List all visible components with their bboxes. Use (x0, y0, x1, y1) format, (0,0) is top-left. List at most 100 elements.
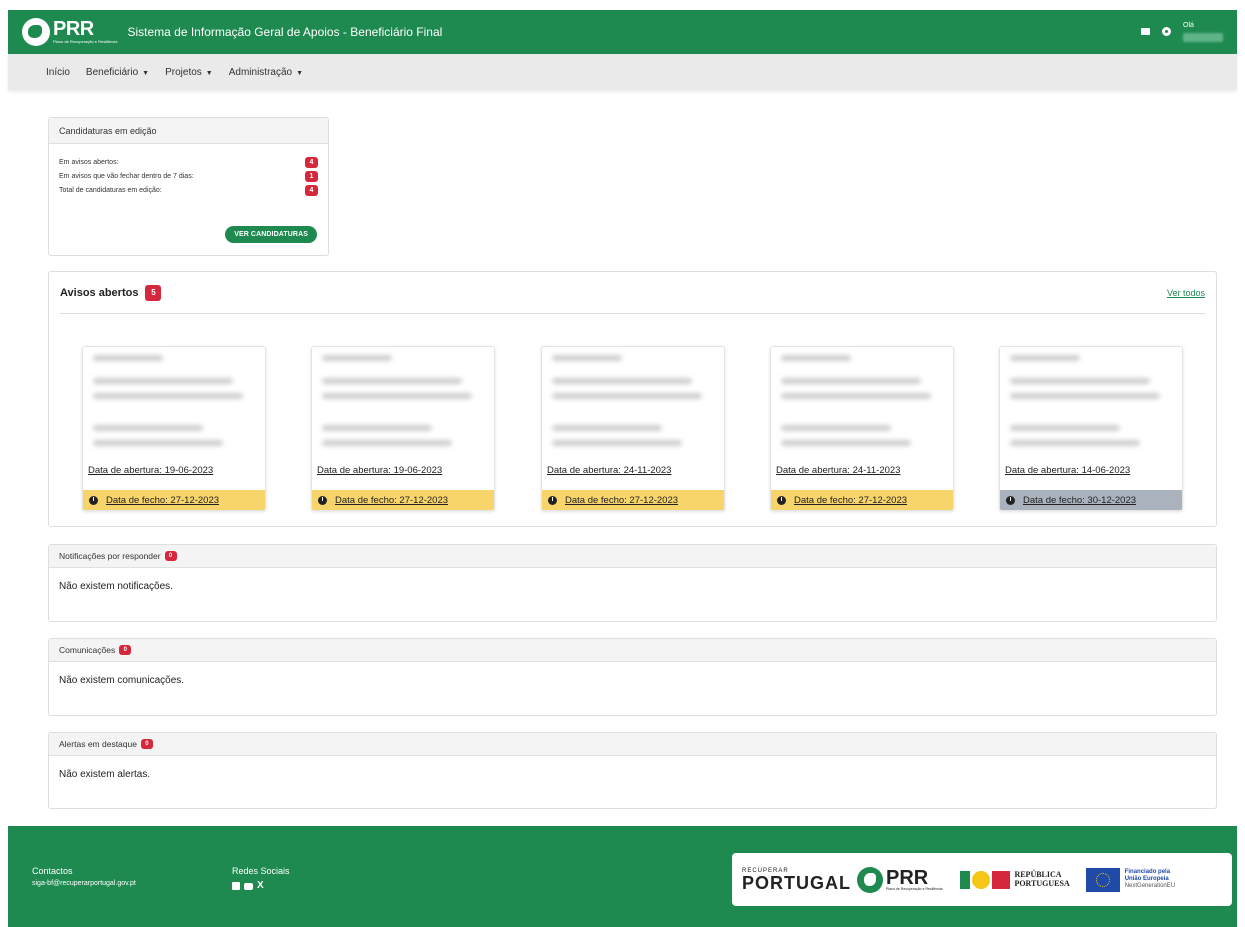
data-fecho[interactable]: Data de fecho: 30-12-2023 (1000, 490, 1182, 510)
fecho-label: Data de fecho: 27-12-2023 (794, 494, 908, 506)
data-fecho[interactable]: Data de fecho: 27-12-2023 (312, 490, 494, 510)
caret-down-icon: ▼ (205, 69, 213, 77)
logo-subtitle: Plano de Recuperação e Resiliência (53, 39, 118, 45)
fecho-label: Data de fecho: 27-12-2023 (106, 494, 220, 506)
panel-title: Alertas em destaque (59, 739, 137, 749)
youtube-icon[interactable] (244, 882, 253, 890)
redacted-text (322, 355, 392, 361)
caret-down-icon: ▼ (142, 69, 150, 77)
data-abertura[interactable]: Data de abertura: 14-06-2023 (1005, 465, 1130, 476)
fecho-label: Data de fecho: 30-12-2023 (1023, 494, 1137, 506)
panel-title: Comunicações (59, 645, 116, 655)
notificacoes-header: Notificações por responder 0 (49, 545, 1216, 568)
ver-candidaturas-button[interactable]: VER CANDIDATURAS (225, 226, 317, 243)
clock-icon (1006, 495, 1015, 505)
avisos-card: Avisos abertos 5 Ver todos Data de abert… (48, 271, 1217, 527)
recuperar-portugal-logo: RECUPERAR PORTUGAL (742, 868, 851, 892)
main-menu: Início Beneficiário ▼ Projetos ▼ Administr… (8, 54, 1237, 90)
settings-icon[interactable] (1162, 27, 1171, 37)
data-abertura[interactable]: Data de abertura: 19-06-2023 (317, 465, 442, 476)
empty-message: Não existem notificações. (59, 581, 173, 592)
menu-projetos[interactable]: Projetos ▼ (165, 67, 213, 78)
data-fecho[interactable]: Data de fecho: 27-12-2023 (83, 490, 265, 510)
redacted-text (552, 393, 702, 399)
x-icon[interactable]: X (257, 881, 264, 891)
redacted-text (1010, 355, 1080, 361)
redacted-text (1010, 425, 1120, 431)
eu-line2: União Europeia (1124, 875, 1169, 882)
empty-message: Não existem comunicações. (59, 675, 185, 686)
aviso-card[interactable]: Data de abertura: 24-11-2023 Data de fec… (541, 346, 725, 511)
cand-row-fechar: Em avisos que vão fechar dentro de 7 dia… (49, 169, 328, 183)
fecho-label: Data de fecho: 27-12-2023 (565, 494, 679, 506)
avisos-header: Avisos abertos 5 Ver todos (60, 272, 1205, 314)
flag-stripe-green (960, 870, 971, 889)
row-label: Em avisos abertos: (59, 158, 119, 166)
flag-circle-yellow (972, 870, 991, 889)
data-fecho[interactable]: Data de fecho: 27-12-2023 (771, 490, 953, 510)
comunicacoes-header: Comunicações 0 (49, 639, 1216, 662)
data-fecho[interactable]: Data de fecho: 27-12-2023 (542, 490, 724, 510)
redacted-text (322, 378, 462, 384)
redacted-text (322, 425, 432, 431)
redacted-text (93, 425, 203, 431)
count-badge: 0 (140, 739, 153, 749)
menu-label: Início (46, 66, 70, 78)
menu-label: Beneficiário (85, 66, 139, 78)
footer: Contactos siga-bf@recuperarportugal.gov.… (8, 826, 1237, 927)
data-abertura[interactable]: Data de abertura: 24-11-2023 (547, 465, 671, 476)
redacted-text (552, 355, 622, 361)
footer-redes: Redes Sociais X (232, 866, 290, 891)
alertas-header: Alertas em destaque 0 (49, 733, 1216, 756)
card-title: Candidaturas em edição (59, 125, 157, 136)
menu-administracao[interactable]: Administração ▼ (229, 67, 303, 78)
clock-icon (548, 495, 557, 505)
eu-funding-logo: Financiado pela União Europeia NextGener… (1125, 869, 1175, 891)
aviso-card[interactable]: Data de abertura: 14-06-2023 Data de fec… (999, 346, 1183, 511)
candidaturas-card: Candidaturas em edição Em avisos abertos… (48, 117, 329, 256)
alertas-panel: Alertas em destaque 0 Não existem alerta… (48, 732, 1217, 809)
menu-inicio[interactable]: Início (46, 67, 70, 78)
aviso-card[interactable]: Data de abertura: 24-11-2023 Data de fec… (770, 346, 954, 511)
user-menu[interactable]: Olá (1183, 22, 1223, 42)
data-abertura[interactable]: Data de abertura: 19-06-2023 (88, 465, 213, 476)
eu-line3: NextGenerationEU (1124, 883, 1176, 890)
linkedin-icon[interactable] (232, 882, 240, 890)
count-badge: 0 (164, 551, 177, 561)
eu-flag-icon (1085, 867, 1120, 892)
redacted-text (93, 393, 243, 399)
redacted-text (322, 440, 452, 446)
redacted-text (93, 355, 163, 361)
data-abertura[interactable]: Data de abertura: 24-11-2023 (776, 465, 900, 476)
redacted-text (781, 425, 891, 431)
prr-logo-icon[interactable] (22, 18, 50, 46)
caret-down-icon: ▼ (296, 69, 304, 77)
mail-icon[interactable] (1141, 28, 1150, 36)
prr-logo[interactable]: PRR Plano de Recuperação e Resiliência (53, 19, 117, 44)
aviso-card[interactable]: Data de abertura: 19-06-2023 Data de fec… (82, 346, 266, 511)
avisos-count-badge: 5 (145, 284, 162, 301)
redacted-text (1010, 440, 1140, 446)
redacted-text (552, 425, 662, 431)
redes-title: Redes Sociais (232, 866, 290, 876)
row-label: Total de candidaturas em edição: (59, 186, 162, 194)
greeting: Olá (1183, 22, 1194, 30)
app-title: Sistema de Informação Geral de Apoios - … (127, 25, 443, 39)
menu-beneficiario[interactable]: Beneficiário ▼ (86, 67, 149, 78)
redacted-text (552, 378, 692, 384)
redacted-text (93, 440, 223, 446)
republica-line2: PORTUGUESA (1014, 878, 1070, 888)
redacted-text (552, 440, 682, 446)
count-badge: 4 (305, 156, 318, 168)
cand-row-abertos: Em avisos abertos: 4 (49, 155, 328, 169)
row-label: Em avisos que vão fechar dentro de 7 dia… (59, 172, 194, 180)
prr-text: PRR (886, 866, 929, 889)
footer-logos: RECUPERAR PORTUGAL PRR Plano de Recuperaç… (732, 853, 1232, 906)
ver-todos-link[interactable]: Ver todos (1167, 288, 1205, 298)
footer-contactos: Contactos siga-bf@recuperarportugal.gov.… (32, 866, 136, 887)
count-badge: 0 (119, 645, 132, 655)
redacted-text (781, 393, 931, 399)
logo-text: PRR (53, 18, 94, 41)
contactos-email[interactable]: siga-bf@recuperarportugal.gov.pt (32, 880, 136, 887)
aviso-card[interactable]: Data de abertura: 19-06-2023 Data de fec… (311, 346, 495, 511)
